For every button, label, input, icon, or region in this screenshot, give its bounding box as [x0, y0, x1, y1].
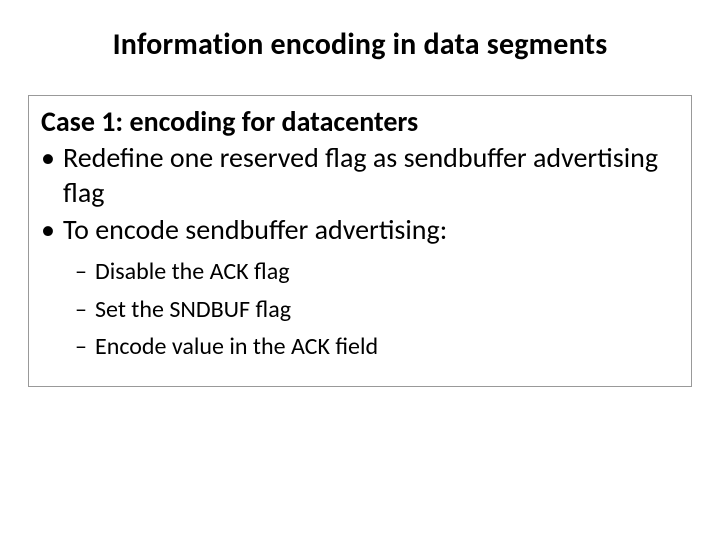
- bullet-list: •Redefine one reserved flag as sendbuffe…: [41, 140, 679, 247]
- dash-icon: –: [75, 293, 95, 327]
- case-subhead: Case 1: encoding for datacenters: [41, 106, 679, 138]
- bullet-item: •To encode sendbuffer advertising:: [41, 212, 679, 247]
- bullet-icon: •: [41, 212, 63, 247]
- subbullet-item: –Encode value in the ACK field: [75, 330, 679, 364]
- subbullet-text: Set the SNDBUF flag: [95, 295, 291, 324]
- subbullet-item: –Disable the ACK flag: [75, 255, 679, 289]
- subbullet-item: –Set the SNDBUF flag: [75, 293, 679, 327]
- bullet-item: •Redefine one reserved flag as sendbuffe…: [41, 140, 679, 210]
- subbullet-text: Disable the ACK flag: [95, 257, 290, 286]
- subbullet-list: –Disable the ACK flag –Set the SNDBUF fl…: [41, 255, 679, 364]
- bullet-text: To encode sendbuffer advertising:: [63, 212, 447, 247]
- content-box: Case 1: encoding for datacenters •Redefi…: [28, 95, 692, 387]
- bullet-icon: •: [41, 140, 63, 175]
- slide: Information encoding in data segments Ca…: [0, 0, 720, 540]
- bullet-text: Redefine one reserved flag as sendbuffer…: [63, 140, 658, 210]
- dash-icon: –: [75, 330, 95, 364]
- dash-icon: –: [75, 255, 95, 289]
- subbullet-text: Encode value in the ACK field: [95, 332, 378, 361]
- slide-title: Information encoding in data segments: [0, 28, 720, 61]
